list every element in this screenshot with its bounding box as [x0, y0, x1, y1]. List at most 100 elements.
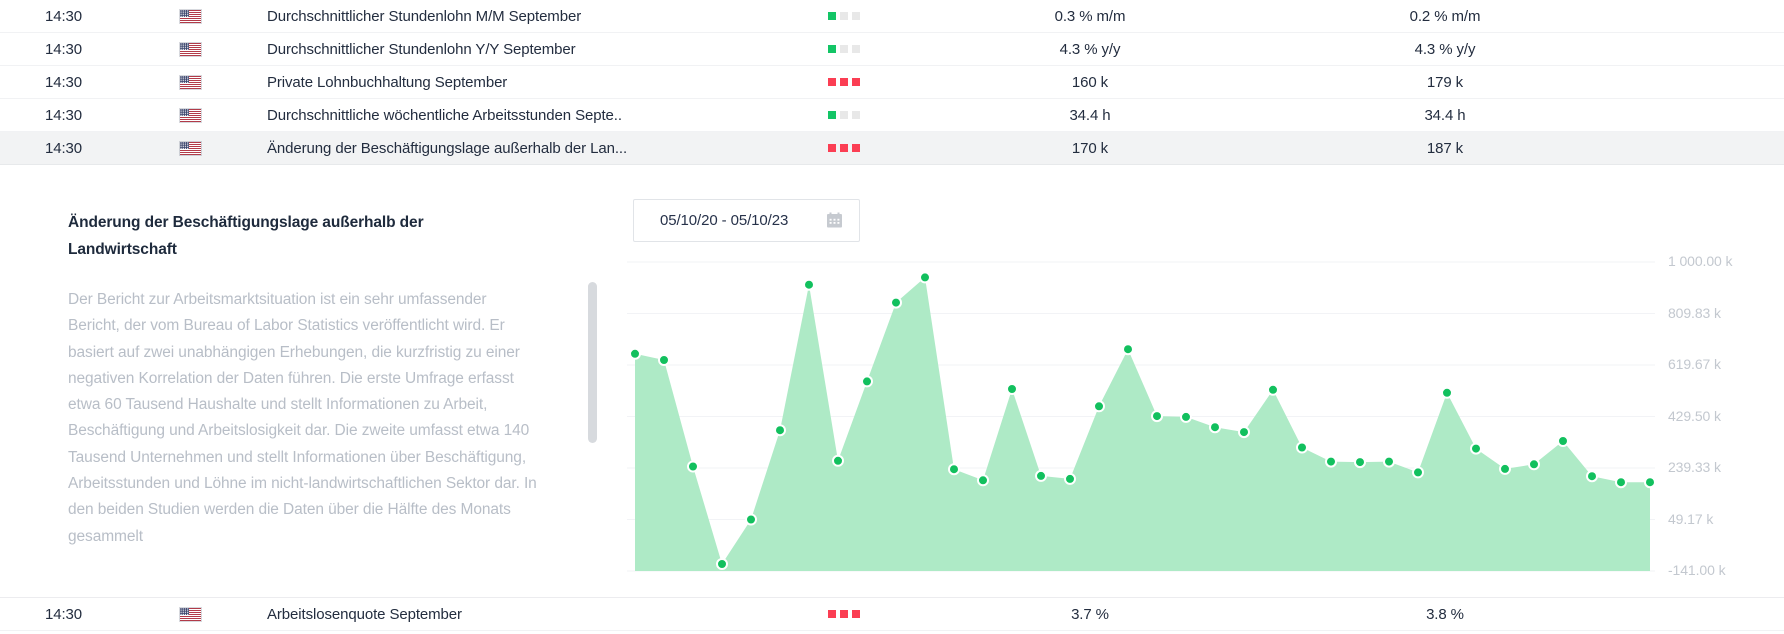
calendar-event-row[interactable]: 14:30 Durchschnittliche wöchentliche Arbe…	[0, 99, 1784, 132]
calendar-icon	[826, 212, 843, 229]
impact-dot-gray	[840, 12, 848, 20]
country-cell	[180, 42, 267, 56]
chart-data-point[interactable]	[1383, 455, 1395, 468]
calendar-rows-bottom: 14:30 Arbeitslosenquote September 3.7 % 3.8…	[0, 598, 1784, 631]
chart-data-point[interactable]	[1006, 383, 1018, 395]
chart-data-point[interactable]	[716, 558, 728, 570]
calendar-event-row[interactable]: 14:30 Arbeitslosenquote September 3.7 % 3.8…	[0, 598, 1784, 631]
impact-dot-red	[840, 610, 848, 618]
event-detail-panel: Änderung der Beschäftigungslage außerhal…	[0, 165, 1784, 598]
chart-data-point[interactable]	[1615, 476, 1627, 489]
event-name: Durchschnittlicher Stundenlohn Y/Y Septe…	[267, 40, 576, 58]
chart-y-tick-label: 809.83 k	[1668, 304, 1721, 321]
chart-data-point[interactable]	[1354, 456, 1366, 469]
chart-data-point[interactable]	[1035, 469, 1047, 482]
chart-data-point[interactable]	[1528, 458, 1540, 471]
chart-data-point[interactable]	[658, 354, 670, 366]
event-time: 14:30	[45, 139, 83, 157]
impact-indicator	[828, 111, 950, 119]
chart-data-point[interactable]	[1325, 455, 1337, 468]
calendar-event-row[interactable]: 14:30 Durchschnittlicher Stundenlohn M/M …	[0, 0, 1784, 33]
chart-data-point[interactable]	[1470, 442, 1482, 455]
forecast-value: 160 k	[1071, 73, 1109, 91]
impact-dot-red	[840, 144, 848, 152]
forecast-value: 0.3 % m/m	[1054, 7, 1126, 25]
chart-data-point[interactable]	[1499, 462, 1511, 475]
previous-value: 179 k	[1426, 73, 1464, 91]
impact-dot-gray	[840, 45, 848, 53]
impact-dot-green	[828, 111, 836, 119]
previous-value: 187 k	[1426, 139, 1464, 157]
previous-value: 4.3 % y/y	[1414, 40, 1476, 58]
chart-data-point[interactable]	[832, 454, 844, 467]
impact-dot-green	[828, 45, 836, 53]
chart-data-point[interactable]	[1557, 435, 1569, 447]
previous-value: 0.2 % m/m	[1409, 7, 1481, 25]
economic-calendar-page: 14:30 Durchschnittlicher Stundenlohn M/M …	[0, 0, 1784, 634]
chart-data-point[interactable]	[1151, 410, 1163, 423]
previous-value: 34.4 h	[1424, 106, 1466, 124]
chart-data-point[interactable]	[1441, 386, 1453, 399]
us-flag-icon	[180, 108, 201, 122]
chart-data-point[interactable]	[1122, 343, 1134, 356]
chart-area-series	[635, 277, 1650, 571]
calendar-event-row[interactable]: 14:30 Private Lohnbuchhaltung September 16…	[0, 66, 1784, 99]
chart-y-tick-label: -141.00 k	[1668, 562, 1726, 578]
forecast-value: 34.4 h	[1069, 106, 1111, 124]
us-flag-icon	[180, 141, 201, 155]
impact-dot-gray	[852, 45, 860, 53]
event-time: 14:30	[45, 7, 83, 25]
country-cell	[180, 108, 267, 122]
chart-y-tick-label: 1 000.00 k	[1668, 253, 1733, 269]
calendar-event-row[interactable]: 14:30 Änderung der Beschäftigungslage auß…	[0, 132, 1784, 165]
forecast-value: 4.3 % y/y	[1059, 40, 1121, 58]
chart-data-point[interactable]	[774, 424, 786, 437]
nfp-history-chart[interactable]	[627, 230, 1656, 576]
chart-data-point[interactable]	[1296, 441, 1308, 454]
impact-dot-red	[828, 610, 836, 618]
event-time: 14:30	[45, 73, 83, 91]
impact-indicator	[828, 144, 950, 152]
chart-data-point[interactable]	[1064, 472, 1076, 485]
chart-data-point[interactable]	[803, 278, 815, 291]
impact-indicator	[828, 45, 950, 53]
chart-data-point[interactable]	[919, 271, 931, 284]
event-name: Private Lohnbuchhaltung September	[267, 73, 508, 91]
chart-data-point[interactable]	[629, 347, 641, 360]
chart-data-point[interactable]	[977, 474, 989, 487]
impact-indicator	[828, 12, 950, 20]
us-flag-icon	[180, 607, 201, 621]
chart-data-point[interactable]	[745, 513, 757, 526]
country-cell	[180, 75, 267, 89]
us-flag-icon	[180, 75, 201, 89]
event-time: 14:30	[45, 40, 83, 58]
chart-data-point[interactable]	[1180, 410, 1192, 423]
event-detail-title: Änderung der Beschäftigungslage außerhal…	[68, 214, 424, 258]
chart-data-point[interactable]	[1238, 426, 1250, 439]
chart-y-tick-label: 429.50 k	[1668, 407, 1721, 424]
description-scrollbar[interactable]	[588, 282, 597, 443]
impact-dot-green	[828, 12, 836, 20]
chart-data-point[interactable]	[1412, 466, 1424, 479]
event-time: 14:30	[45, 605, 83, 623]
us-flag-icon	[180, 9, 201, 23]
forecast-value: 170 k	[1071, 139, 1109, 157]
chart-data-point[interactable]	[861, 375, 873, 388]
chart-data-point[interactable]	[687, 460, 699, 473]
impact-dot-red	[840, 78, 848, 86]
chart-data-point[interactable]	[948, 463, 960, 476]
forecast-value: 3.7 %	[1071, 605, 1109, 623]
chart-data-point[interactable]	[890, 296, 902, 309]
us-flag-icon	[180, 42, 201, 56]
calendar-event-row[interactable]: 14:30 Durchschnittlicher Stundenlohn Y/Y …	[0, 33, 1784, 66]
chart-data-point[interactable]	[1644, 476, 1656, 489]
impact-indicator	[828, 610, 950, 618]
impact-dot-red	[828, 78, 836, 86]
chart-data-point[interactable]	[1209, 421, 1221, 434]
chart-data-point[interactable]	[1267, 383, 1279, 396]
impact-dot-red	[828, 144, 836, 152]
chart-data-point[interactable]	[1093, 400, 1105, 413]
impact-dot-gray	[852, 12, 860, 20]
chart-data-point[interactable]	[1586, 470, 1598, 483]
chart-y-tick-label: 239.33 k	[1668, 459, 1721, 475]
